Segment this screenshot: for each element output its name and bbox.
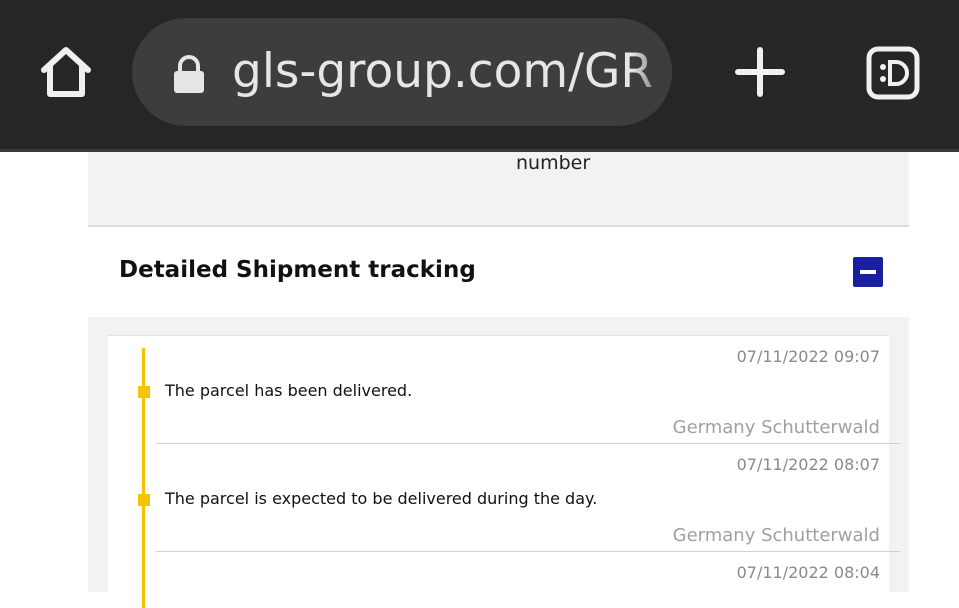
event-location: Germany Schutterwald xyxy=(672,525,880,546)
parcel-info-panel: number xyxy=(88,152,909,227)
plus-icon[interactable] xyxy=(734,46,786,98)
url-fade xyxy=(632,18,672,126)
home-icon[interactable] xyxy=(36,42,96,102)
event-marker xyxy=(138,494,150,506)
event-time: 07/11/2022 09:07 xyxy=(736,347,880,366)
event-marker xyxy=(138,386,150,398)
tab-switcher-icon[interactable] xyxy=(866,46,920,100)
address-bar[interactable]: gls-group.com/GR( xyxy=(132,18,672,126)
browser-toolbar: gls-group.com/GR( xyxy=(0,0,959,149)
url-text: gls-group.com/GR( xyxy=(232,44,652,99)
tracking-timeline: 07/11/2022 09:07 The parcel has been del… xyxy=(108,335,900,608)
event-description: The parcel is expected to be delivered d… xyxy=(165,489,598,508)
lock-icon xyxy=(172,54,206,94)
event-description: The parcel has been delivered. xyxy=(165,381,413,400)
event-divider xyxy=(156,443,900,444)
event-location: Germany Schutterwald xyxy=(672,417,880,438)
event-time: 07/11/2022 08:04 xyxy=(736,563,880,582)
tracking-area: 07/11/2022 09:07 The parcel has been del… xyxy=(88,317,909,608)
collapse-button[interactable] xyxy=(853,257,883,287)
event-divider xyxy=(156,551,900,552)
section-title: Detailed Shipment tracking xyxy=(119,257,476,283)
number-label: number xyxy=(516,152,591,174)
detailed-tracking-header[interactable]: Detailed Shipment tracking xyxy=(88,227,909,317)
event-time: 07/11/2022 08:07 xyxy=(736,455,880,474)
